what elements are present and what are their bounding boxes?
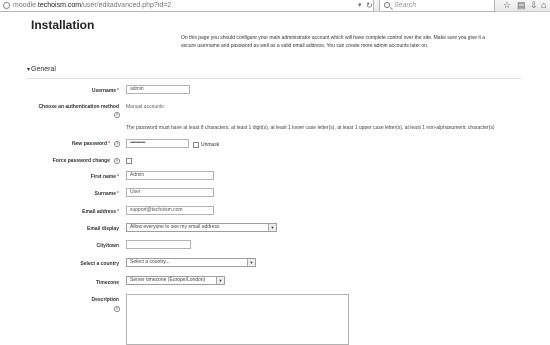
country-label: Select a country	[80, 261, 119, 267]
chevron-down-icon: ▼	[247, 259, 255, 266]
force-password-change-checkbox[interactable]	[126, 158, 132, 164]
unmask-checkbox[interactable]	[193, 142, 199, 148]
email-input[interactable]: support@techoism.com	[126, 206, 214, 215]
intro-text: On this page you should configure your m…	[181, 35, 486, 49]
page-title: Installation	[31, 18, 95, 32]
username-label: Username*	[91, 88, 119, 94]
email-display-select[interactable]: Allow everyone to see my email address ▼	[126, 223, 277, 232]
help-icon[interactable]: ?	[114, 306, 120, 312]
description-label: Description	[91, 297, 119, 303]
description-textarea[interactable]	[126, 294, 349, 345]
home-icon[interactable]: ⌂	[541, 0, 546, 11]
chevron-down-icon: ▼	[216, 277, 224, 284]
new-password-label: New password*	[72, 141, 110, 147]
city-input[interactable]	[126, 240, 191, 249]
url-text[interactable]: moodle.techoism.com/user/editadvanced.ph…	[13, 0, 171, 11]
clipboard-icon[interactable]: ▤	[517, 0, 526, 11]
section-title: General	[31, 66, 56, 73]
surname-input[interactable]: User	[126, 188, 214, 197]
first-name-label: First name*	[90, 174, 119, 180]
reload-icon[interactable]: ↻	[366, 0, 373, 11]
password-policy-note: The password must have at least 8 charac…	[126, 125, 495, 131]
help-icon[interactable]: ?	[114, 141, 120, 147]
timezone-label: Timezone	[96, 280, 119, 286]
username-input[interactable]: admin	[126, 85, 190, 94]
download-icon[interactable]: ⇩	[530, 0, 538, 11]
search-placeholder: Search	[394, 2, 417, 9]
chevron-down-icon: ▼	[268, 224, 276, 231]
help-icon[interactable]: ?	[114, 112, 120, 118]
auth-method-label: Choose an authentication method	[38, 104, 119, 110]
first-name-input[interactable]: Admin	[126, 171, 214, 180]
chevron-down-icon[interactable]: ▾	[358, 0, 362, 11]
collapse-icon: ▾	[27, 67, 31, 73]
new-password-input[interactable]: ••••••••••••	[126, 139, 189, 148]
email-display-label: Email display	[87, 226, 119, 232]
city-label: City/town	[96, 243, 120, 249]
auth-method-value: Manual accounts	[126, 104, 164, 110]
star-icon[interactable]: ☆	[503, 0, 511, 11]
force-password-change-label: Force password change	[52, 158, 110, 164]
unmask-label: Unmask	[201, 142, 220, 148]
country-select[interactable]: Select a country... ▼	[126, 258, 256, 267]
section-general-header[interactable]: ▾General	[27, 66, 57, 73]
timezone-select[interactable]: Server timezone (Europe/London) ▼	[126, 276, 225, 285]
url-bar[interactable]: moodle.techoism.com/user/editadvanced.ph…	[0, 0, 374, 12]
section-divider	[27, 78, 522, 79]
search-input[interactable]: Search	[379, 0, 495, 12]
email-label: Email address*	[82, 209, 119, 215]
browser-toolbar: moodle.techoism.com/user/editadvanced.ph…	[0, 0, 550, 12]
help-icon[interactable]: ?	[114, 158, 120, 164]
globe-icon	[3, 2, 10, 9]
surname-label: Surname*	[94, 191, 119, 197]
search-icon	[384, 2, 390, 8]
